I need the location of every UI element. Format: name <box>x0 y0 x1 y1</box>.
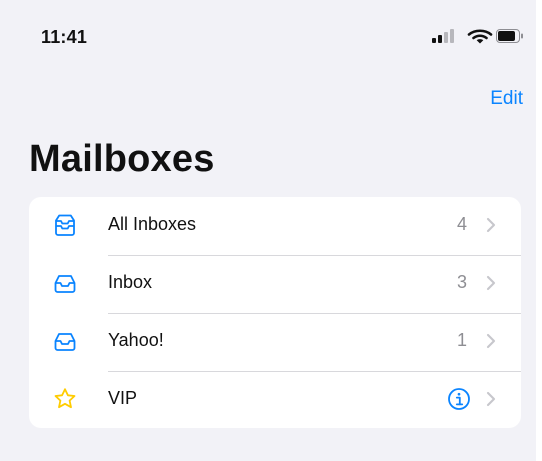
page-title: Mailboxes <box>29 138 215 180</box>
wifi-icon <box>467 29 493 44</box>
mailbox-label: Yahoo! <box>108 330 164 350</box>
status-time: 11:41 <box>41 27 88 47</box>
mailbox-row-yahoo[interactable]: Yahoo! 1 <box>29 313 521 371</box>
chevron-right-icon <box>486 275 496 291</box>
mailbox-count: 3 <box>456 272 467 292</box>
row-divider <box>108 313 521 314</box>
info-icon[interactable] <box>447 387 471 411</box>
inbox-icon <box>54 275 76 293</box>
mailbox-label: VIP <box>108 388 138 408</box>
mailbox-count: 1 <box>456 330 467 350</box>
mailbox-count: 4 <box>456 214 467 234</box>
mailbox-label: All Inboxes <box>108 214 197 234</box>
status-icons <box>432 29 523 44</box>
mailboxes-list: All Inboxes 4 Inbox 3 Yahoo! 1 VIP <box>29 197 521 428</box>
all-inboxes-icon <box>55 214 75 236</box>
mailbox-label: Inbox <box>108 272 153 292</box>
star-icon <box>54 388 76 409</box>
battery-icon <box>496 29 523 43</box>
chevron-right-icon <box>486 217 496 233</box>
mail-screen: 11:41 Edit Mailboxes All Inboxes 4 Inbox… <box>0 0 542 461</box>
mailbox-row-vip[interactable]: VIP <box>29 371 521 428</box>
inbox-icon <box>54 333 76 351</box>
screen-right-edge <box>536 0 542 461</box>
chevron-right-icon <box>486 333 496 349</box>
chevron-right-icon <box>486 391 496 407</box>
mailbox-row-all-inboxes[interactable]: All Inboxes 4 <box>29 197 521 255</box>
mailbox-row-inbox[interactable]: Inbox 3 <box>29 255 521 313</box>
cellular-signal-icon <box>432 29 454 43</box>
edit-button[interactable]: Edit <box>490 88 523 110</box>
row-divider <box>108 255 521 256</box>
row-divider <box>108 371 521 372</box>
